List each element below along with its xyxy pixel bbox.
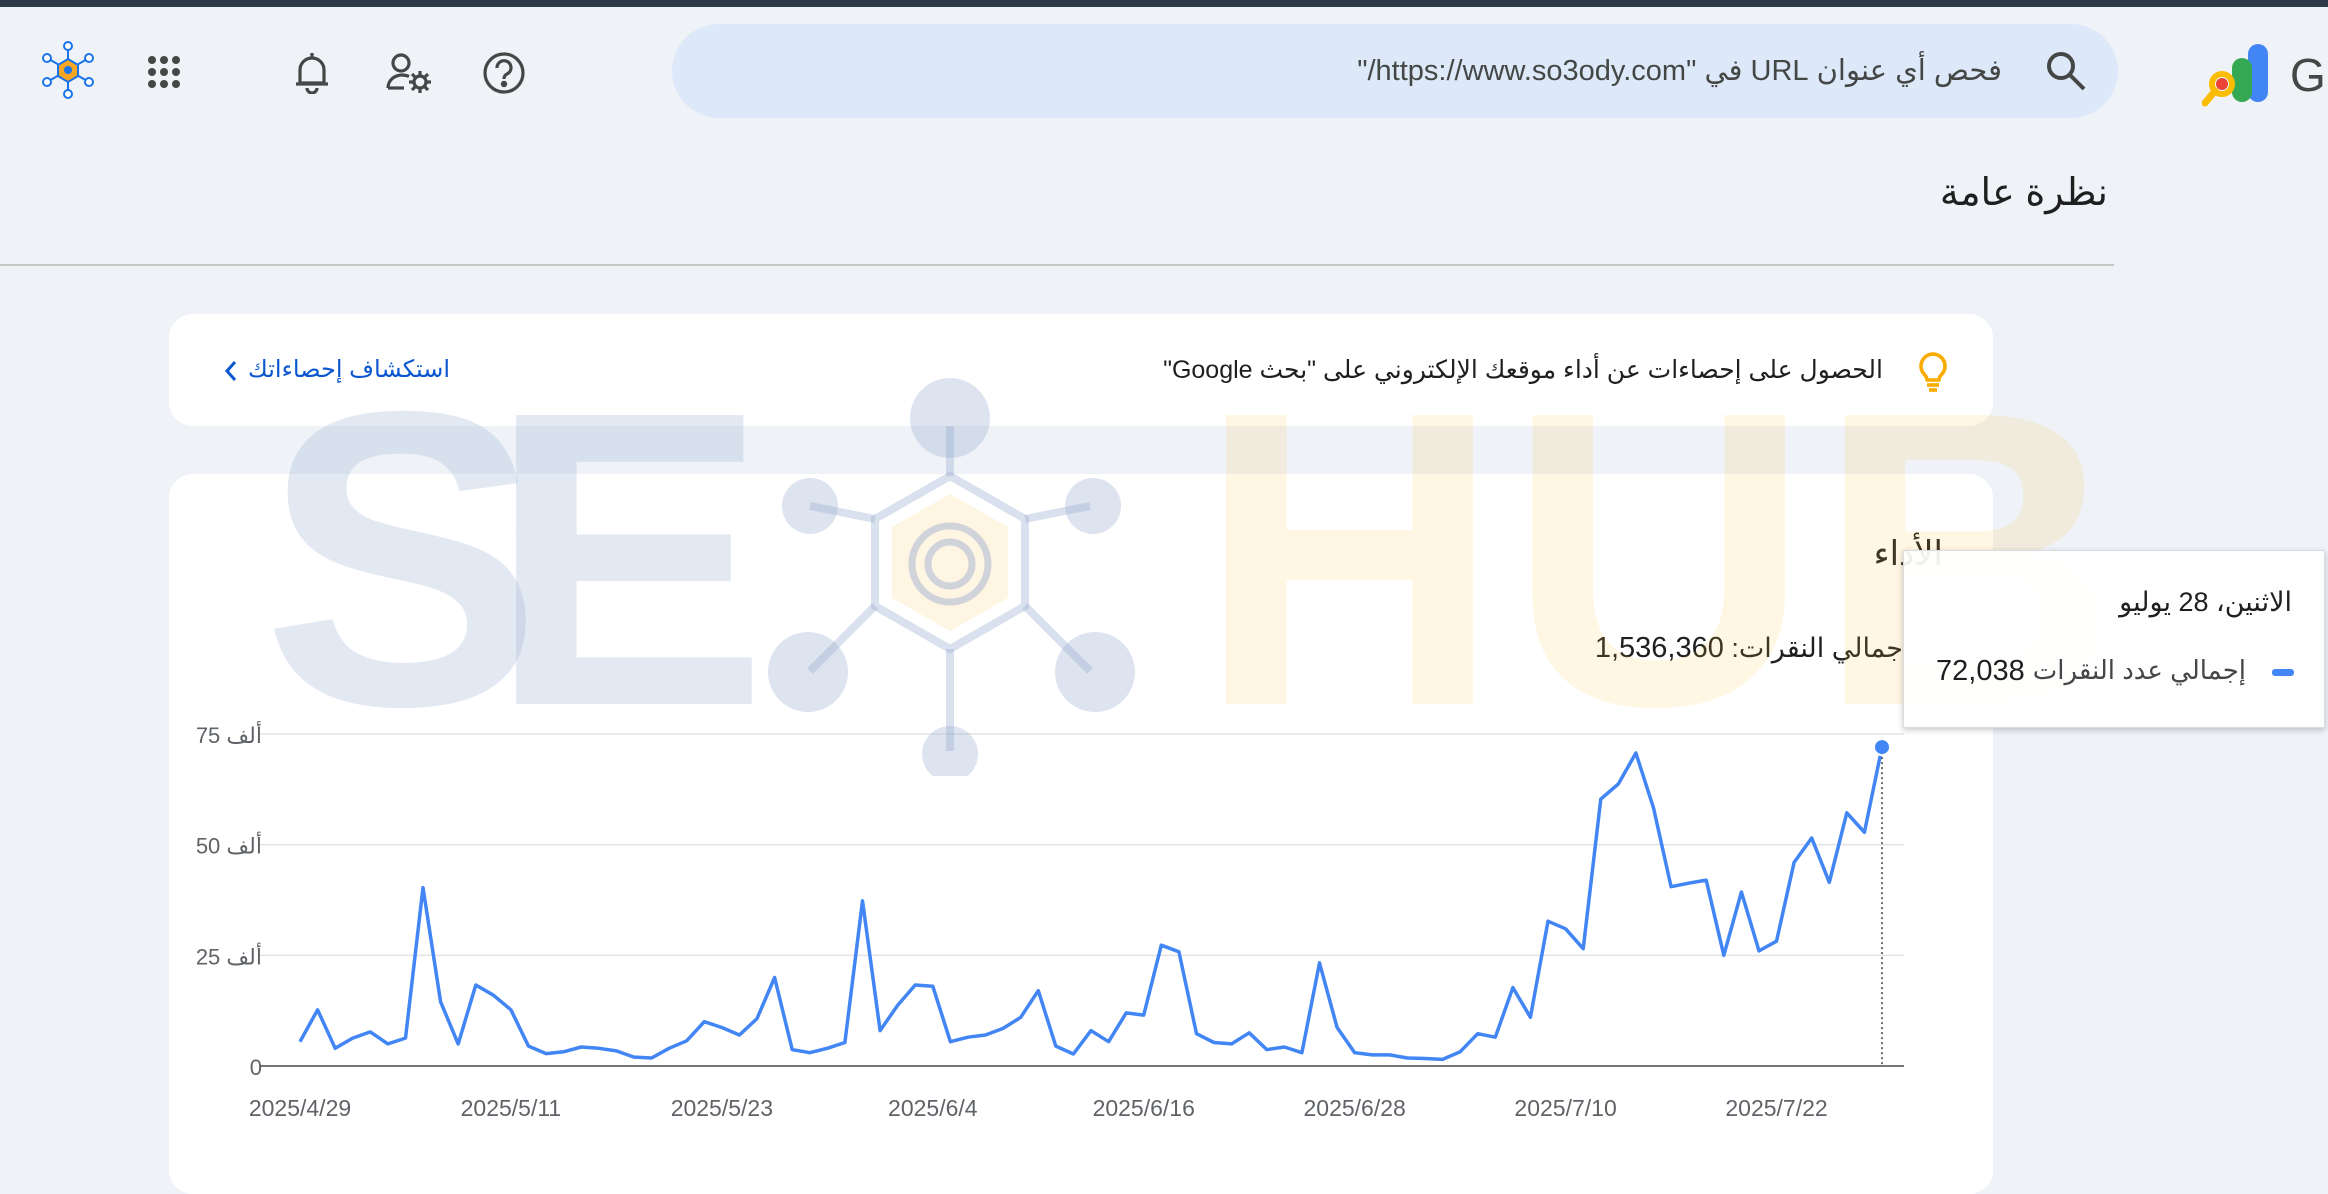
hover-point: [1873, 738, 1891, 757]
series-color-swatch: [2272, 669, 2294, 676]
clicks-series-line: [298, 746, 1884, 1062]
x-tick-label: 2025/7/10: [1514, 1095, 1616, 1121]
x-tick-label: 2025/5/23: [671, 1095, 773, 1121]
tooltip-value: 72,038: [1936, 655, 2025, 687]
x-tick-label: 2025/6/16: [1093, 1095, 1195, 1121]
x-tick-label: 2025/5/11: [461, 1095, 562, 1121]
y-tick-label: 0: [250, 1055, 262, 1080]
y-tick-label: 50 ألف: [196, 832, 262, 859]
x-tick-label: 2025/6/28: [1304, 1095, 1406, 1121]
y-tick-label: 75 ألف: [196, 721, 262, 748]
y-tick-label: 25 ألف: [196, 942, 262, 969]
tooltip-date: الاثنين، 28 يوليو: [2119, 587, 2292, 617]
x-tick-label: 2025/4/29: [249, 1095, 351, 1121]
x-tick-label: 2025/6/4: [888, 1095, 978, 1121]
tooltip-series-label: إجمالي عدد النقرات: [2032, 655, 2246, 685]
chart-tooltip: الاثنين، 28 يوليو إجمالي عدد النقرات 72,…: [1903, 550, 2325, 728]
x-tick-label: 2025/7/22: [1725, 1095, 1827, 1121]
